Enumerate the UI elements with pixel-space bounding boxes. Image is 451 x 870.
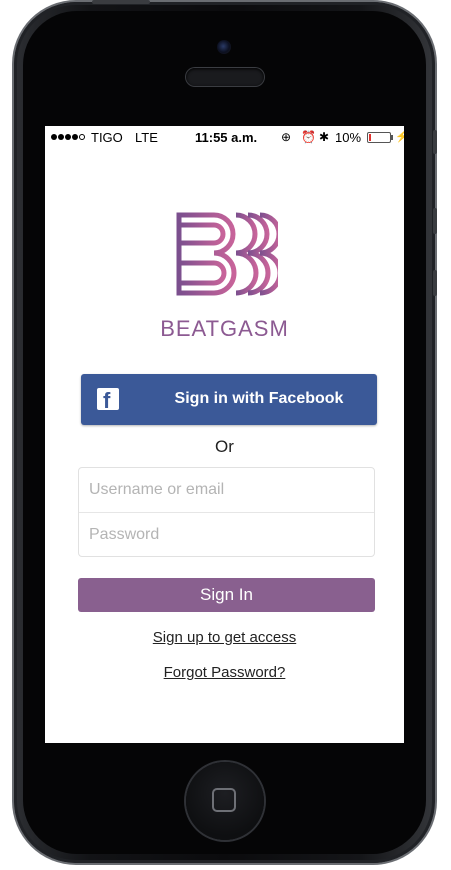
charging-icon: ⚡ xyxy=(395,131,404,143)
home-button[interactable] xyxy=(186,762,264,840)
brand-name: BEATGASM xyxy=(160,316,289,341)
signin-button[interactable]: Sign In xyxy=(78,578,375,612)
facebook-icon: f xyxy=(97,388,119,412)
network-type: LTE xyxy=(135,130,158,145)
status-time: 11:55 a.m. xyxy=(195,130,258,145)
power-button xyxy=(92,0,150,4)
bluetooth-icon: ✱ xyxy=(319,130,330,144)
front-camera xyxy=(217,40,231,54)
forgot-password-link[interactable]: Forgot Password? xyxy=(45,664,404,681)
alarm-icon: ⏰ xyxy=(301,130,316,144)
status-bar: TIGO LTE 11:55 a.m. ⊕ ⏰ ✱ 10% ⚡ xyxy=(45,126,404,148)
battery-percent: 10% xyxy=(335,130,362,145)
beatgasm-logo xyxy=(176,212,278,296)
username-input[interactable] xyxy=(89,468,364,512)
or-divider: Or xyxy=(215,437,234,456)
earpiece-speaker xyxy=(186,68,264,86)
mute-switch xyxy=(433,130,437,154)
battery-tip xyxy=(391,135,393,140)
signal-strength-icon xyxy=(51,134,85,140)
volume-up-button xyxy=(433,208,437,234)
battery-icon xyxy=(367,132,391,143)
home-square-icon xyxy=(212,788,236,812)
carrier-name: TIGO xyxy=(91,130,123,145)
battery-level xyxy=(369,134,371,141)
signup-link[interactable]: Sign up to get access xyxy=(45,629,404,646)
volume-down-button xyxy=(433,270,437,296)
facebook-signin-label: Sign in with Facebook xyxy=(174,390,344,407)
password-input[interactable] xyxy=(89,513,364,557)
app-screen: TIGO LTE 11:55 a.m. ⊕ ⏰ ✱ 10% ⚡ BEATGASM xyxy=(45,126,404,743)
login-form xyxy=(78,467,375,557)
facebook-signin-button[interactable]: f Sign in with Facebook xyxy=(81,374,377,425)
lock-rotation-icon: ⊕ xyxy=(281,130,292,144)
